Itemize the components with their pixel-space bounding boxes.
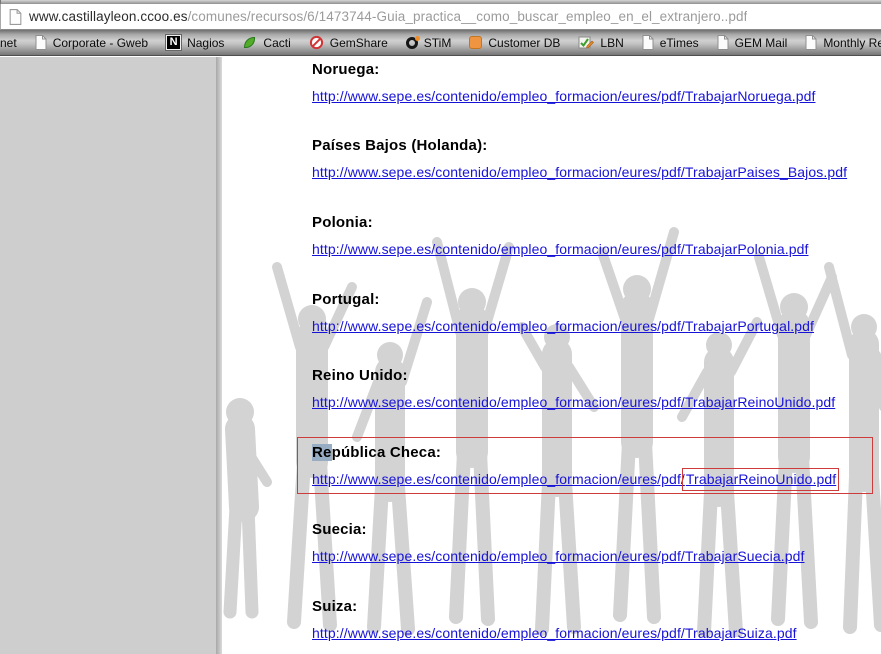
bookmark-item-cacti[interactable]: Cacti [242,35,290,50]
country-heading: Países Bajos (Holanda): [312,137,847,154]
content-area: Noruega: http://www.sepe.es/contenido/em… [0,57,881,654]
section-polonia: Polonia: http://www.sepe.es/contenido/em… [312,214,809,259]
bookmark-item-net[interactable]: net [0,36,17,50]
bookmark-label: Nagios [187,36,224,50]
bookmark-label: GEM Mail [735,36,788,50]
section-noruega: Noruega: http://www.sepe.es/contenido/em… [312,61,816,106]
bookmark-label: net [0,36,17,50]
country-heading: Portugal: [312,291,814,308]
section-suecia: Suecia: http://www.sepe.es/contenido/emp… [312,521,805,566]
page-icon [717,35,729,50]
bookmark-item-gem-mail[interactable]: GEM Mail [717,35,788,50]
bookmark-label: GemShare [330,36,388,50]
url-text[interactable]: www.castillayleon.ccoo.es/comunes/recurs… [29,9,747,24]
section-reino-unido: Reino Unido: http://www.sepe.es/contenid… [312,367,835,412]
section-paises-bajos: Países Bajos (Holanda): http://www.sepe.… [312,137,847,182]
search-highlight: Re [312,444,332,461]
bookmark-label: eTimes [660,36,699,50]
bookmark-item-gemshare[interactable]: GemShare [309,35,388,50]
pdf-link-suecia[interactable]: http://www.sepe.es/contenido/empleo_form… [312,548,805,565]
bookmark-item-etimes[interactable]: eTimes [642,35,699,50]
bookmark-item-monthly-rep-1[interactable]: Monthly Rep 1 [805,35,881,50]
ring-icon [406,37,418,49]
pdf-page: Noruega: http://www.sepe.es/contenido/em… [222,57,881,654]
orange-square-icon [469,36,482,49]
country-heading: Reino Unido: [312,367,835,384]
bookmark-item-customer-db[interactable]: Customer DB [469,36,560,50]
pdf-link-paises-bajos[interactable]: http://www.sepe.es/contenido/empleo_form… [312,164,847,181]
blocked-sign-icon [309,35,324,50]
bookmark-item-lbn[interactable]: LBN [578,35,623,50]
section-portugal: Portugal: http://www.sepe.es/contenido/e… [312,291,814,336]
bookmark-label: STiM [424,36,452,50]
page-icon [642,35,654,50]
page-icon [35,35,47,50]
bookmark-item-corporate-gweb[interactable]: Corporate - Gweb [35,35,148,50]
pdf-link-polonia[interactable]: http://www.sepe.es/contenido/empleo_form… [312,241,809,258]
section-republica-checa: República Checa: http://www.sepe.es/cont… [312,444,837,489]
address-bar[interactable]: www.castillayleon.ccoo.es/comunes/recurs… [0,4,881,30]
bookmark-label: Monthly Rep 1 [823,36,881,50]
pdf-link-portugal[interactable]: http://www.sepe.es/contenido/empleo_form… [312,318,814,335]
link-url-prefix: http://www.sepe.es/contenido/empleo_form… [312,471,685,487]
country-heading: Suiza: [312,598,797,615]
country-heading: República Checa: [312,444,837,461]
bookmarks-bar: net Corporate - Gweb N Nagios Cacti GemS… [0,30,881,56]
country-heading-rest: pública Checa: [332,444,442,461]
annotated-link-filename: TrabajarReinoUnido.pdf [682,468,839,491]
country-heading: Noruega: [312,61,816,78]
pdf-link-republica-checa[interactable]: http://www.sepe.es/contenido/empleo_form… [312,471,837,488]
leaf-icon [242,35,257,50]
left-gutter [0,57,216,654]
country-heading: Suecia: [312,521,805,538]
pdf-link-suiza[interactable]: http://www.sepe.es/contenido/empleo_form… [312,625,797,642]
pdf-link-reino-unido[interactable]: http://www.sepe.es/contenido/empleo_form… [312,394,835,411]
url-host: www.castillayleon.ccoo.es [29,9,188,24]
page-icon [805,35,817,50]
bookmark-label: Cacti [263,36,290,50]
nagios-icon: N [166,35,181,50]
section-suiza: Suiza: http://www.sepe.es/contenido/empl… [312,598,797,643]
bookmark-label: LBN [600,36,623,50]
browser-window: www.castillayleon.ccoo.es/comunes/recurs… [0,0,881,56]
page-favicon-icon [9,9,22,25]
pdf-link-noruega[interactable]: http://www.sepe.es/contenido/empleo_form… [312,88,816,105]
country-heading: Polonia: [312,214,809,231]
bookmark-item-nagios[interactable]: N Nagios [166,35,224,50]
url-path: /comunes/recursos/6/1473744-Guia_practic… [188,9,748,24]
dancing-silhouettes-background [222,207,881,637]
bookmark-label: Customer DB [488,36,560,50]
bookmark-label: Corporate - Gweb [53,36,148,50]
notepad-pencil-icon [578,35,594,50]
bookmark-item-stim[interactable]: STiM [406,36,452,50]
